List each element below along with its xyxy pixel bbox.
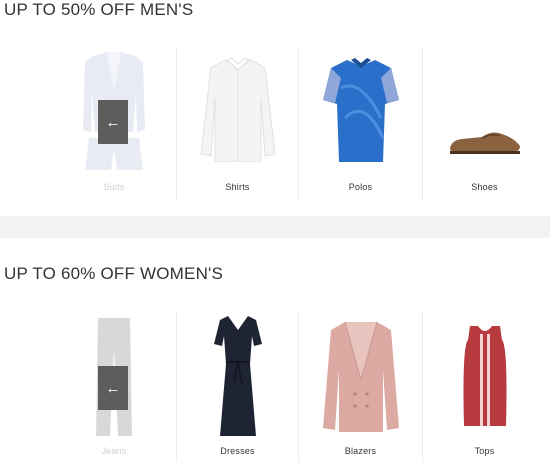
loafer-image xyxy=(449,132,520,154)
category-label-blazers: Blazers xyxy=(344,446,377,456)
dress-image xyxy=(213,316,262,436)
category-tile-jeans[interactable]: Jeans ← xyxy=(52,312,176,462)
category-tile-tops[interactable]: Tops xyxy=(422,312,546,462)
category-label-dresses: Dresses xyxy=(220,446,255,456)
mens-carousel: Suits ← Shirts Polos Shoes xyxy=(0,48,550,200)
category-tile-suits[interactable]: Suits ← xyxy=(52,48,176,200)
section-divider xyxy=(0,216,550,238)
womens-carousel: Jeans ← Dresses Blazers Tops xyxy=(0,312,550,462)
category-label-suits: Suits xyxy=(103,182,125,192)
blazer-image xyxy=(322,321,399,432)
category-tile-shirts[interactable]: Shirts xyxy=(176,48,298,200)
carousel-prev-button-womens[interactable]: ← xyxy=(98,366,128,410)
category-tile-polos[interactable]: Polos xyxy=(298,48,422,200)
shirt-image xyxy=(199,58,276,162)
category-tile-dresses[interactable]: Dresses xyxy=(176,312,298,462)
carousel-prev-button-mens[interactable]: ← xyxy=(98,100,128,144)
category-label-polos: Polos xyxy=(348,182,373,192)
mens-section-title: UP TO 50% OFF MEN'S xyxy=(4,0,194,19)
category-label-shirts: Shirts xyxy=(225,182,250,192)
polo-image xyxy=(322,58,399,162)
arrow-left-icon: ← xyxy=(105,379,121,397)
category-label-jeans: Jeans xyxy=(101,446,127,456)
category-label-tops: Tops xyxy=(474,446,495,456)
category-label-shoes: Shoes xyxy=(471,182,498,192)
category-tile-blazers[interactable]: Blazers xyxy=(298,312,422,462)
top-image xyxy=(463,326,506,426)
arrow-left-icon: ← xyxy=(105,113,121,131)
category-tile-shoes[interactable]: Shoes xyxy=(422,48,546,200)
womens-section-title: UP TO 60% OFF WOMEN'S xyxy=(4,264,224,283)
